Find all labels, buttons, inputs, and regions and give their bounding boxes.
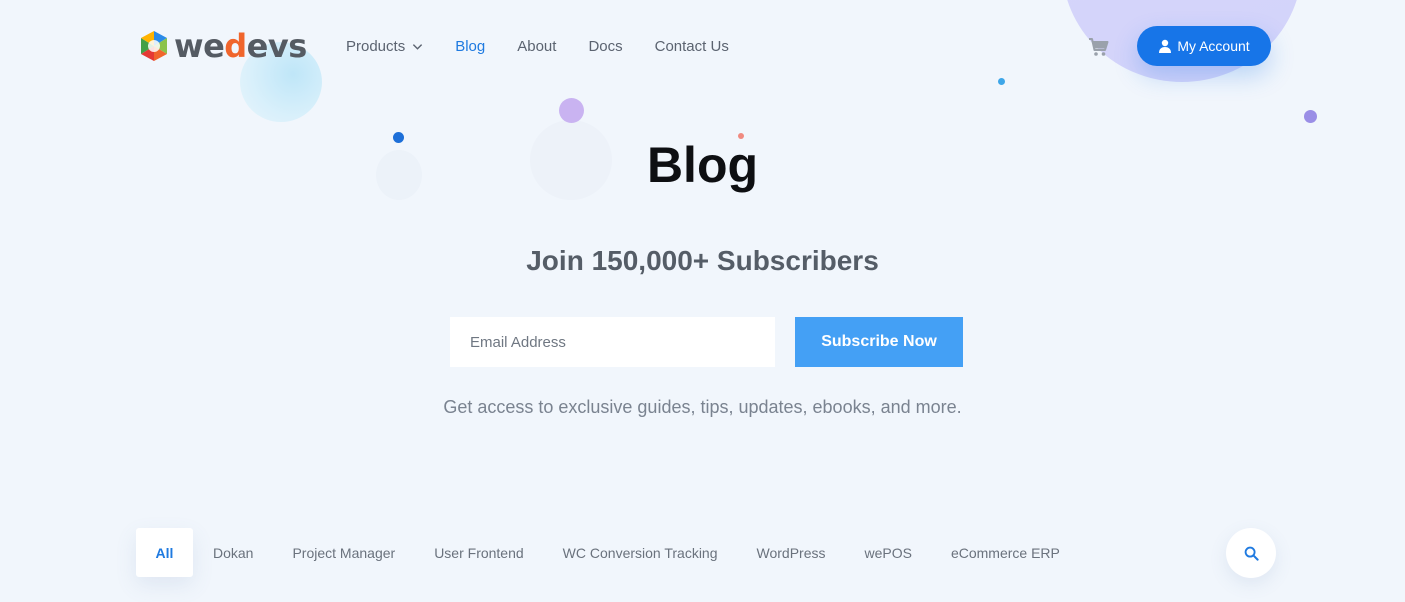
cart-icon[interactable]	[1088, 37, 1110, 57]
category-tab-wordpress[interactable]: WordPress	[757, 545, 826, 561]
nav-item-label: Docs	[588, 37, 623, 55]
nav-item-blog[interactable]: Blog	[455, 38, 485, 55]
category-filter-bar: All Dokan Project Manager User Frontend …	[136, 528, 1099, 577]
decorative-dot	[1304, 110, 1317, 123]
brand-wordmark: wedevs	[174, 27, 307, 65]
search-icon	[1244, 546, 1259, 561]
main-nav: Products Blog About Docs Contact Us	[346, 36, 761, 56]
email-field[interactable]	[450, 317, 775, 367]
category-tab-project-manager[interactable]: Project Manager	[292, 545, 395, 561]
page-title: Blog	[646, 137, 759, 193]
nav-item-contact[interactable]: Contact Us	[655, 38, 729, 55]
my-account-button[interactable]: My Account	[1137, 26, 1271, 66]
nav-item-label: Blog	[455, 37, 486, 55]
category-tab-wc-conversion-tracking[interactable]: WC Conversion Tracking	[563, 545, 718, 561]
category-tab-wepos[interactable]: wePOS	[864, 545, 911, 561]
user-icon	[1159, 39, 1172, 53]
nav-item-docs[interactable]: Docs	[588, 38, 622, 55]
nav-item-products[interactable]: Products	[346, 38, 423, 55]
nav-item-label: About	[517, 37, 557, 55]
category-tab-ecommerce-erp[interactable]: eCommerce ERP	[951, 545, 1060, 561]
brand-logo[interactable]: wedevs	[136, 28, 307, 64]
nav-item-label: Contact Us	[654, 37, 729, 55]
logo-mark-icon	[141, 31, 167, 61]
subscribers-heading: Join 150,000+ Subscribers	[526, 245, 879, 276]
chevron-down-icon	[413, 43, 423, 50]
search-button[interactable]	[1226, 528, 1276, 578]
decorative-dot	[559, 98, 584, 123]
subscribe-button[interactable]: Subscribe Now	[795, 317, 963, 367]
my-account-label: My Account	[1177, 38, 1250, 54]
category-tab-user-frontend[interactable]: User Frontend	[434, 545, 523, 561]
subscribe-note: Get access to exclusive guides, tips, up…	[443, 397, 962, 417]
category-tab-dokan[interactable]: Dokan	[213, 545, 253, 561]
nav-item-label: Products	[346, 37, 406, 55]
category-tab-all[interactable]: All	[136, 528, 193, 577]
site-header: wedevs Products Blog About Docs Contact …	[0, 0, 1405, 92]
nav-item-about[interactable]: About	[517, 38, 556, 55]
